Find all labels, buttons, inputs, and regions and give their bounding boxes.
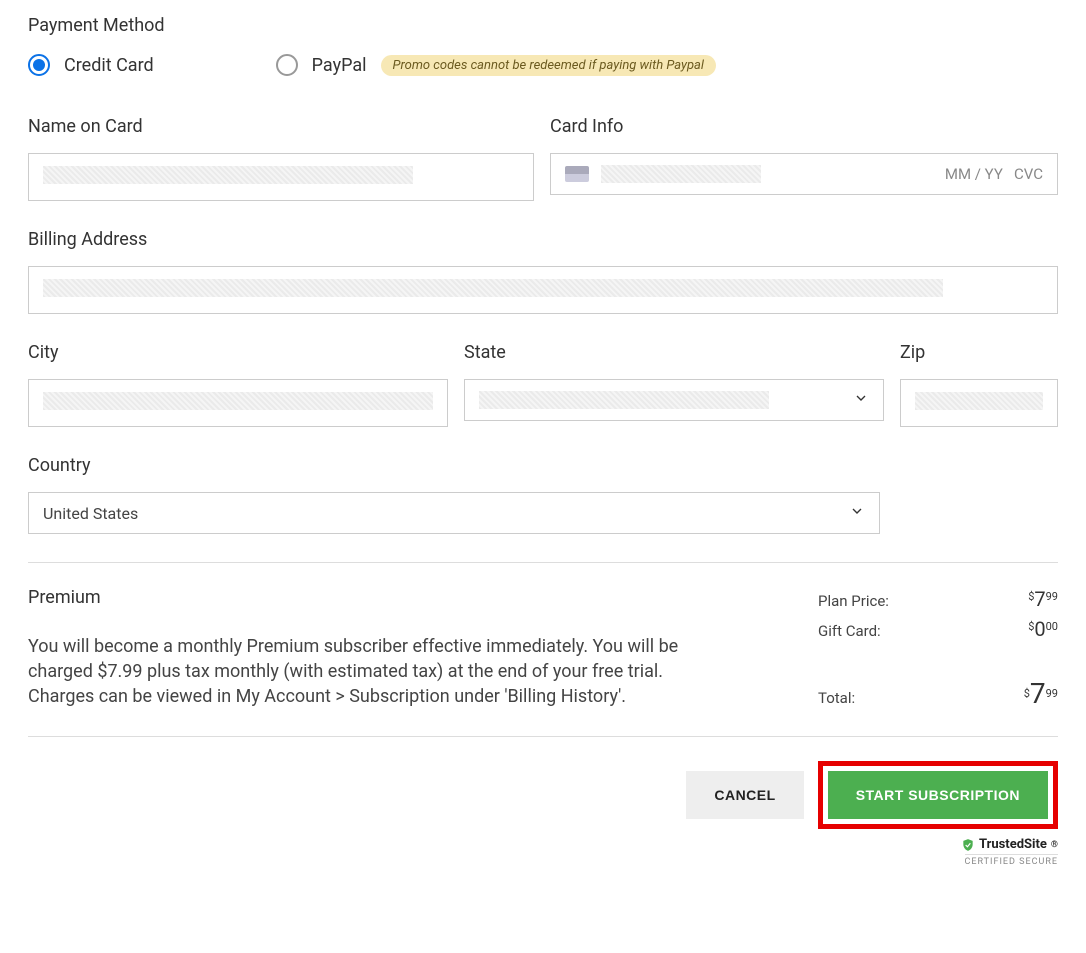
city-label: City xyxy=(28,342,448,363)
zip-input[interactable] xyxy=(900,379,1058,427)
card-expiry-placeholder: MM / YY xyxy=(945,165,1003,183)
card-info-input[interactable]: MM / YY CVC xyxy=(550,153,1058,195)
paypal-option[interactable]: PayPal Promo codes cannot be redeemed if… xyxy=(276,54,716,76)
payment-method-section: Payment Method Credit Card PayPal Promo … xyxy=(28,15,1058,867)
cancel-button[interactable]: CANCEL xyxy=(686,771,803,819)
zip-label: Zip xyxy=(900,342,1058,363)
trustedsite-name: TrustedSite xyxy=(979,837,1047,852)
divider xyxy=(28,562,1058,563)
paypal-label: PayPal xyxy=(312,55,367,76)
shield-check-icon xyxy=(961,838,975,852)
trustedsite-badge[interactable]: TrustedSite® CERTIFIED SECURE xyxy=(28,837,1058,867)
card-info-label: Card Info xyxy=(550,116,1058,137)
chevron-down-icon xyxy=(849,503,865,523)
name-on-card-label: Name on Card xyxy=(28,116,534,137)
state-label: State xyxy=(464,342,884,363)
credit-card-label: Credit Card xyxy=(64,55,154,76)
payment-method-title: Payment Method xyxy=(28,15,1058,36)
chevron-down-icon xyxy=(853,390,869,410)
payment-method-options: Credit Card PayPal Promo codes cannot be… xyxy=(28,54,1058,76)
radio-icon xyxy=(276,54,298,76)
country-value: United States xyxy=(43,504,138,523)
gift-card-label: Gift Card: xyxy=(818,622,881,640)
state-select[interactable] xyxy=(464,379,884,421)
name-on-card-input[interactable] xyxy=(28,153,534,201)
plan-price-value: $799 xyxy=(1028,587,1058,611)
plan-price-row: Plan Price: $799 xyxy=(818,587,1058,611)
promo-note-badge: Promo codes cannot be redeemed if paying… xyxy=(381,55,716,76)
plan-price-label: Plan Price: xyxy=(818,592,889,610)
total-label: Total: xyxy=(818,689,855,707)
billing-address-input[interactable] xyxy=(28,266,1058,314)
gift-card-value: $000 xyxy=(1028,617,1058,641)
gift-card-row: Gift Card: $000 xyxy=(818,617,1058,641)
country-label: Country xyxy=(28,455,880,476)
total-row: Total: $799 xyxy=(818,677,1058,710)
total-value: $799 xyxy=(1024,677,1058,710)
card-icon xyxy=(565,166,589,182)
summary-section: Premium You will become a monthly Premiu… xyxy=(28,587,1058,716)
radio-icon xyxy=(28,54,50,76)
country-select[interactable]: United States xyxy=(28,492,880,534)
plan-name: Premium xyxy=(28,587,758,608)
action-row: CANCEL START SUBSCRIPTION xyxy=(28,761,1058,829)
billing-address-label: Billing Address xyxy=(28,229,1058,250)
card-cvc-placeholder: CVC xyxy=(1014,165,1043,183)
plan-description: You will become a monthly Premium subscr… xyxy=(28,634,728,710)
start-subscription-button[interactable]: START SUBSCRIPTION xyxy=(828,771,1048,819)
highlight-box: START SUBSCRIPTION xyxy=(818,761,1058,829)
trustedsite-sub: CERTIFIED SECURE xyxy=(965,854,1058,867)
city-input[interactable] xyxy=(28,379,448,427)
credit-card-option[interactable]: Credit Card xyxy=(28,54,154,76)
divider xyxy=(28,736,1058,737)
